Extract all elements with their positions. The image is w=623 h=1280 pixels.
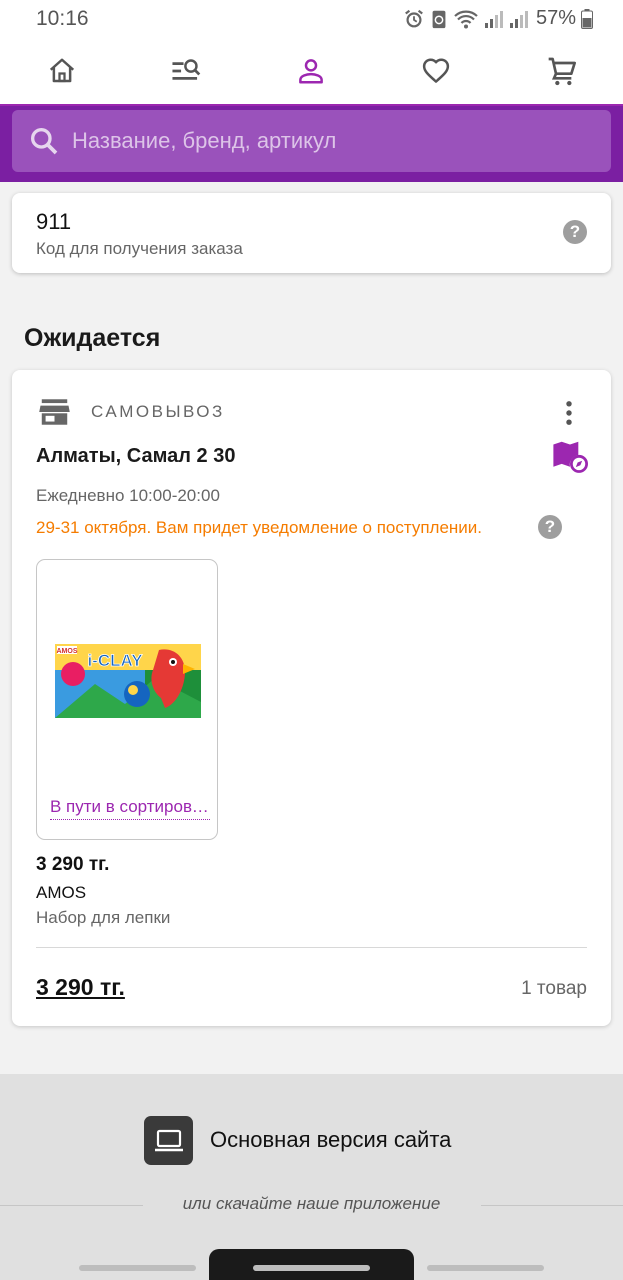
- status-bar: 10:16 57%: [0, 0, 623, 38]
- signal-icon-2: [509, 10, 528, 28]
- product-image-title: i-CLAY: [87, 651, 143, 670]
- desktop-version-link[interactable]: Основная версия сайта: [210, 1127, 451, 1153]
- cart-icon: [548, 57, 576, 86]
- nav-favorites[interactable]: [416, 51, 456, 91]
- pickup-code-label: Код для получения заказа: [36, 239, 243, 258]
- signal-icon: [484, 10, 503, 28]
- nav-profile[interactable]: [291, 51, 331, 91]
- notice-help-icon[interactable]: ?: [538, 515, 562, 539]
- desktop-version-button-icon[interactable]: [144, 1116, 193, 1165]
- search-icon: [30, 128, 58, 155]
- site-footer: Основная версия сайта или скачайте наше …: [0, 1074, 623, 1280]
- nav-catalog[interactable]: [166, 51, 206, 91]
- status-time: 10:16: [36, 7, 89, 30]
- gesture-bar-left: [79, 1265, 196, 1271]
- product-price: 3 290 тг.: [36, 854, 110, 875]
- section-title: Ожидается: [24, 324, 161, 352]
- gesture-bar-center: [253, 1265, 370, 1271]
- search-input[interactable]: [72, 128, 611, 154]
- product-name: Набор для лепки: [36, 908, 171, 927]
- more-options-icon[interactable]: [559, 400, 579, 426]
- card-divider: [36, 947, 587, 948]
- product-status-link[interactable]: В пути в сортировочный центр: [50, 797, 210, 820]
- laptop-icon: [154, 1129, 183, 1151]
- nav-cart[interactable]: [542, 51, 582, 91]
- catalog-search-icon: [172, 59, 201, 80]
- battery-icon: [581, 8, 593, 29]
- map-navigation-icon[interactable]: [552, 440, 588, 474]
- product-brand: AMOS: [36, 883, 87, 902]
- search-bar: [0, 104, 623, 182]
- app-prompt-row: или скачайте наше приложение: [0, 1194, 623, 1216]
- profile-icon: [299, 59, 323, 84]
- order-total[interactable]: 3 290 тг.: [36, 974, 125, 1001]
- gesture-bar-right: [427, 1265, 544, 1271]
- order-card: САМОВЫВОЗ Алматы, Самал 2 30 Ежедневно 1…: [12, 370, 611, 1026]
- status-icons: 57%: [403, 7, 593, 30]
- pickup-code-value: 911: [36, 209, 72, 234]
- help-icon[interactable]: ?: [563, 220, 587, 244]
- pickup-code-card: 911 Код для получения заказа ?: [12, 193, 611, 273]
- home-icon: [49, 58, 75, 83]
- top-navigation: [0, 38, 623, 104]
- battery-percent: 57%: [535, 7, 576, 29]
- pickup-hours: Ежедневно 10:00-20:00: [36, 486, 220, 505]
- app-prompt-text: или скачайте наше приложение: [182, 1194, 441, 1213]
- data-saver-icon: [432, 10, 446, 28]
- wifi-icon: [454, 10, 478, 28]
- delivery-notice: 29-31 октября. Вам придет уведомление о …: [36, 518, 483, 537]
- favorites-icon: [422, 58, 450, 83]
- item-count: 1 товар: [521, 978, 587, 999]
- product-tile[interactable]: AMOS i-CLAY В пути в сортировочный центр: [36, 559, 218, 840]
- product-image-brand: AMOS: [57, 648, 78, 655]
- nav-home[interactable]: [42, 51, 82, 91]
- product-image: AMOS i-CLAY: [55, 644, 201, 718]
- alarm-icon: [405, 9, 423, 27]
- pickup-address: Алматы, Самал 2 30: [36, 445, 236, 467]
- search-box[interactable]: [12, 110, 611, 172]
- store-icon: [39, 399, 70, 425]
- delivery-type: САМОВЫВОЗ: [91, 402, 225, 421]
